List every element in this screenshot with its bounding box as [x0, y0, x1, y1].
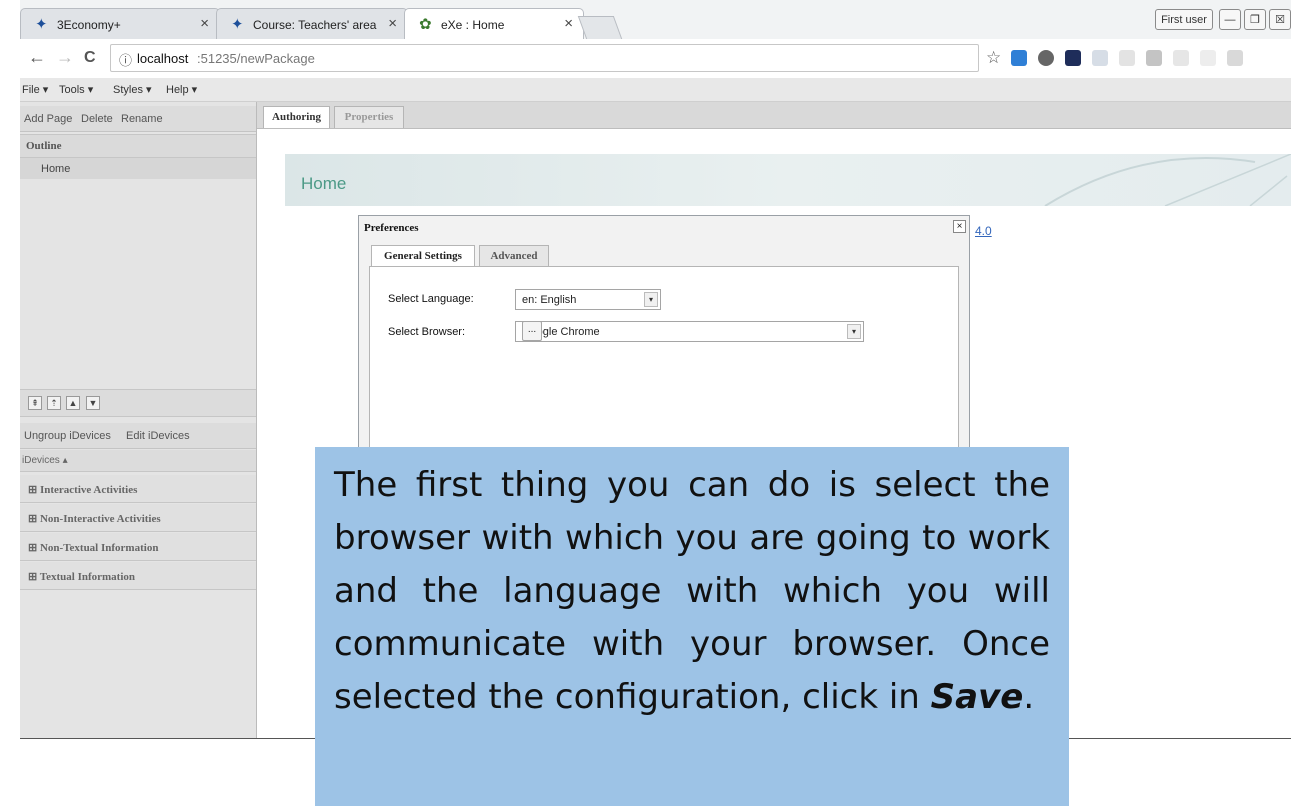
extension-cap-icon[interactable] — [1011, 50, 1027, 66]
category-non-textual-information[interactable]: ⊞ Non-Textual Information — [20, 533, 256, 561]
tab-3economy[interactable]: ✦ 3Economy+ × — [20, 8, 220, 39]
browse-browser-button[interactable]: ... — [522, 321, 542, 341]
exe-menubar: File ▾ Tools ▾ Styles ▾ Help ▾ — [20, 78, 1291, 102]
menu-file[interactable]: File ▾ — [22, 83, 48, 96]
close-tab-icon[interactable]: × — [388, 15, 397, 32]
forward-icon[interactable]: → — [56, 47, 74, 68]
language-label: Select Language: — [388, 293, 474, 305]
version-link[interactable]: 4.0 — [975, 224, 992, 238]
extension-pdf-icon[interactable] — [1227, 50, 1243, 66]
economy-favicon-icon: ✦ — [231, 16, 244, 33]
idevices-header-label: iDevices ▴ — [22, 455, 68, 466]
outline-item-home[interactable]: Home — [20, 158, 256, 179]
category-interactive-activities[interactable]: ⊞ Interactive Activities — [20, 475, 256, 503]
tab-authoring[interactable]: Authoring — [263, 106, 330, 128]
ungroup-idevices-button[interactable]: Ungroup iDevices — [24, 430, 111, 442]
caption-save-emphasis: Save — [930, 677, 1024, 717]
tab-title: Course: Teachers' area — [253, 18, 377, 32]
language-select-value: en: English — [522, 294, 577, 306]
banner-decoration — [1044, 154, 1291, 206]
chevron-down-icon: ▾ — [847, 324, 861, 339]
extension-dropbox-icon[interactable] — [1092, 50, 1108, 66]
new-tab-button[interactable] — [577, 16, 623, 39]
close-tab-icon[interactable]: × — [200, 15, 209, 32]
dialog-close-icon[interactable]: × — [953, 220, 966, 233]
menu-tools[interactable]: Tools ▾ — [59, 83, 93, 96]
bookmark-star-icon[interactable]: ☆ — [986, 48, 1001, 68]
extension-megaphone-icon[interactable] — [1173, 50, 1189, 66]
add-page-button[interactable]: Add Page — [24, 113, 72, 125]
extension-dark-icon[interactable] — [1065, 50, 1081, 66]
tab-general-settings[interactable]: General Settings — [371, 245, 475, 267]
tab-strip: ✦ 3Economy+ × ✦ Course: Teachers' area ×… — [20, 0, 1291, 39]
category-label: ⊞ Non-Interactive Activities — [28, 513, 161, 525]
browser-toolbar: ← → C ⓘ localhost :51235/newPackage ☆ — [20, 39, 1291, 79]
move-up-page-icon[interactable]: ⇡ — [47, 396, 61, 410]
site-info-icon[interactable]: ⓘ — [119, 50, 132, 69]
profile-button[interactable]: First user — [1155, 9, 1213, 30]
close-tab-icon[interactable]: × — [564, 15, 573, 32]
page-actions-bar: Add Page Delete Rename — [20, 106, 256, 132]
idevice-actions-bar: Ungroup iDevices Edit iDevices — [20, 423, 256, 449]
menu-help[interactable]: Help ▾ — [166, 83, 197, 96]
main-tabs: Authoring Properties — [257, 102, 1291, 129]
tab-title: eXe : Home — [441, 18, 505, 32]
url-host: localhost — [137, 51, 189, 66]
caption-text-end: . — [1023, 677, 1035, 717]
extension-search-icon[interactable] — [1200, 50, 1216, 66]
move-down-icon[interactable]: ▼ — [86, 396, 100, 410]
outline-header-label: Outline — [26, 140, 62, 152]
extension-mail-icon[interactable] — [1119, 50, 1135, 66]
delete-page-button[interactable]: Delete — [81, 113, 113, 125]
left-panel: Add Page Delete Rename Outline Home ⇞ ⇡ … — [20, 102, 257, 738]
tab-course-teachers-area[interactable]: ✦ Course: Teachers' area × — [216, 8, 408, 39]
minimize-icon[interactable]: — — [1219, 9, 1241, 30]
economy-favicon-icon: ✦ — [35, 16, 48, 33]
tab-properties[interactable]: Properties — [334, 106, 404, 128]
category-textual-information[interactable]: ⊞ Textual Information — [20, 562, 256, 590]
category-label: ⊞ Textual Information — [28, 571, 136, 583]
page-header-banner: Home — [285, 154, 1291, 206]
category-label: ⊞ Interactive Activities — [28, 484, 138, 496]
rename-page-button[interactable]: Rename — [121, 113, 163, 125]
extension-film-icon[interactable] — [1038, 50, 1054, 66]
tab-advanced[interactable]: Advanced — [479, 245, 549, 267]
idevices-header[interactable]: iDevices ▴ — [20, 450, 256, 472]
menu-styles[interactable]: Styles ▾ — [113, 83, 152, 96]
url-path: :51235/newPackage — [197, 51, 315, 66]
browser-select[interactable]: Google Chrome ▾ — [515, 321, 864, 342]
outline-header: Outline — [20, 134, 256, 158]
language-select[interactable]: en: English ▾ — [515, 289, 661, 310]
window-close-icon[interactable]: ☒ — [1269, 9, 1291, 30]
restore-icon[interactable]: ❐ — [1244, 9, 1266, 30]
address-bar[interactable]: ⓘ localhost :51235/newPackage — [110, 44, 979, 72]
back-icon[interactable]: ← — [28, 47, 46, 68]
move-up-icon[interactable]: ▲ — [66, 396, 80, 410]
reload-icon[interactable]: C — [84, 49, 96, 67]
caption-text: The first thing you can do is select the… — [334, 459, 1050, 724]
edit-idevices-button[interactable]: Edit iDevices — [126, 430, 190, 442]
exe-favicon-icon: ✿ — [419, 16, 432, 33]
tab-exe-home[interactable]: ✿ eXe : Home × — [404, 8, 584, 39]
dialog-title: Preferences — [364, 222, 419, 234]
chevron-down-icon: ▾ — [644, 292, 658, 307]
category-non-interactive-activities[interactable]: ⊞ Non-Interactive Activities — [20, 504, 256, 532]
tutorial-caption: The first thing you can do is select the… — [315, 447, 1069, 806]
outline-item-label: Home — [41, 163, 71, 175]
move-top-icon[interactable]: ⇞ — [28, 396, 42, 410]
category-label: ⊞ Non-Textual Information — [28, 542, 159, 554]
browser-label: Select Browser: — [388, 326, 466, 338]
extension-box-icon[interactable] — [1146, 50, 1162, 66]
tab-title: 3Economy+ — [57, 18, 121, 32]
page-title: Home — [301, 174, 347, 193]
